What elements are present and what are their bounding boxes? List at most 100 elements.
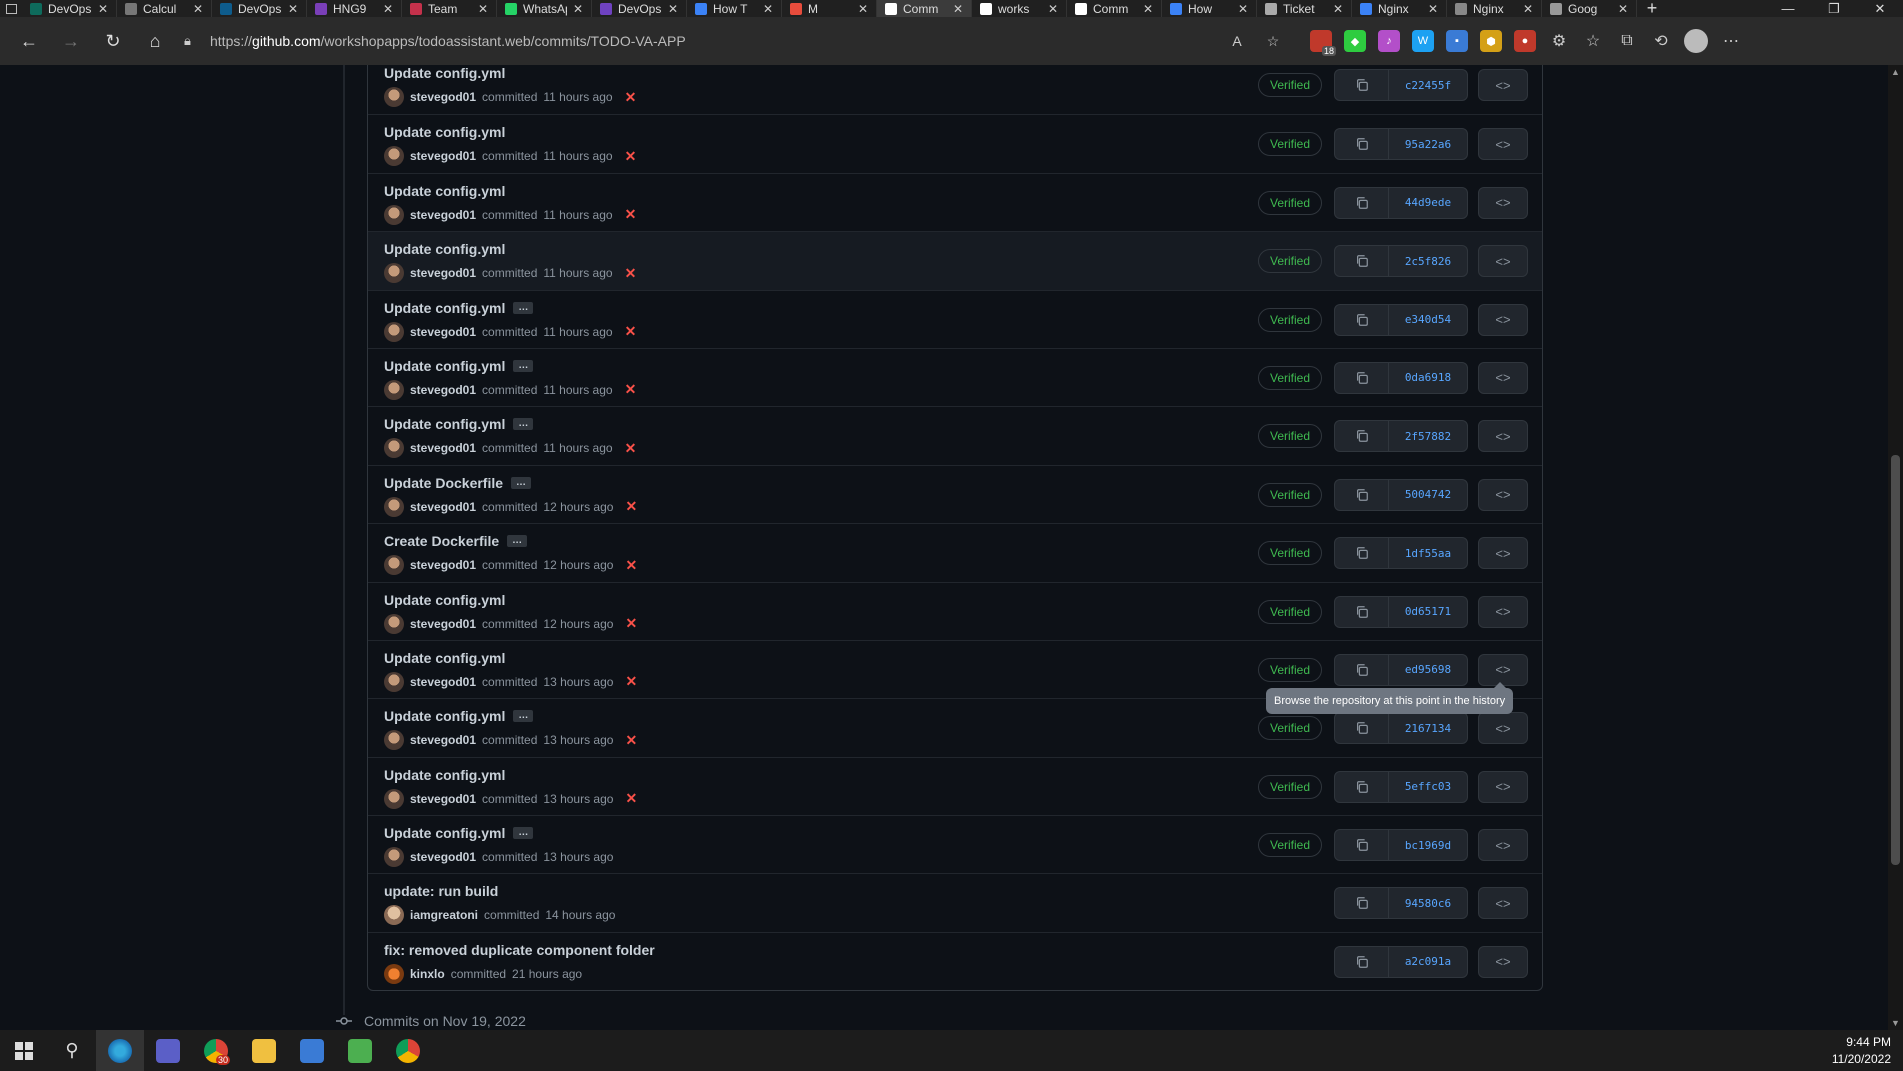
- commit-sha-link[interactable]: e340d54: [1389, 305, 1467, 335]
- scroll-thumb[interactable]: [1891, 455, 1900, 865]
- collections-icon[interactable]: ⧉: [1616, 30, 1638, 52]
- verified-badge[interactable]: Verified: [1258, 365, 1322, 390]
- expand-description-button[interactable]: …: [513, 418, 534, 431]
- browser-tab[interactable]: DevOps ✕: [22, 0, 117, 17]
- home-icon[interactable]: ⌂: [134, 25, 176, 57]
- avatar[interactable]: [384, 204, 404, 225]
- avatar[interactable]: [384, 438, 404, 459]
- tab-close-icon[interactable]: ✕: [763, 2, 773, 16]
- avatar[interactable]: [384, 496, 404, 517]
- avatar[interactable]: [384, 963, 404, 984]
- author-link[interactable]: stevegod01: [410, 149, 476, 163]
- failed-status-icon[interactable]: ✕: [625, 89, 637, 106]
- verified-badge[interactable]: Verified: [1258, 190, 1322, 215]
- search-icon[interactable]: ⚲: [48, 1030, 96, 1071]
- copy-sha-button[interactable]: [1335, 304, 1389, 335]
- browser-tab[interactable]: M ✕: [782, 0, 877, 17]
- failed-status-icon[interactable]: ✕: [625, 206, 637, 223]
- notepad-icon[interactable]: [336, 1030, 384, 1071]
- commit-title-link[interactable]: Update config.yml: [384, 416, 505, 432]
- failed-status-icon[interactable]: ✕: [625, 381, 637, 398]
- tab-close-icon[interactable]: ✕: [478, 2, 488, 16]
- failed-status-icon[interactable]: ✕: [625, 673, 637, 690]
- commit-title-link[interactable]: Update config.yml: [384, 300, 505, 316]
- tab-close-icon[interactable]: ✕: [1428, 2, 1438, 16]
- add-favorite-icon[interactable]: ☆: [1262, 30, 1284, 52]
- copy-sha-button[interactable]: [1335, 888, 1389, 919]
- author-link[interactable]: stevegod01: [410, 733, 476, 747]
- avatar[interactable]: [384, 671, 404, 692]
- browse-repo-button[interactable]: <>: [1478, 186, 1528, 219]
- extension-icon[interactable]: ▪: [1446, 30, 1468, 52]
- commit-title-link[interactable]: Update Dockerfile: [384, 475, 503, 491]
- author-link[interactable]: iamgreatoni: [410, 908, 478, 922]
- commit-sha-link[interactable]: a2c091a: [1389, 947, 1467, 977]
- browse-repo-button[interactable]: <>: [1478, 887, 1528, 920]
- tab-close-icon[interactable]: ✕: [1523, 2, 1533, 16]
- new-tab-button[interactable]: +: [1637, 0, 1667, 18]
- author-link[interactable]: stevegod01: [410, 675, 476, 689]
- copy-sha-button[interactable]: [1335, 70, 1389, 100]
- browser-tab[interactable]: Comm ✕: [1067, 0, 1162, 17]
- extension-icon[interactable]: 18: [1310, 30, 1336, 56]
- author-link[interactable]: stevegod01: [410, 325, 476, 339]
- tab-close-icon[interactable]: ✕: [953, 2, 963, 16]
- commit-title-link[interactable]: Update config.yml: [384, 650, 505, 666]
- tab-close-icon[interactable]: ✕: [1143, 2, 1153, 16]
- favorites-icon[interactable]: ☆: [1582, 30, 1604, 52]
- commit-sha-link[interactable]: 0da6918: [1389, 363, 1467, 393]
- commit-sha-link[interactable]: 44d9ede: [1389, 188, 1467, 218]
- author-link[interactable]: stevegod01: [410, 792, 476, 806]
- commit-title-link[interactable]: Update config.yml: [384, 767, 505, 783]
- commit-title-link[interactable]: fix: removed duplicate component folder: [384, 942, 655, 958]
- tab-close-icon[interactable]: ✕: [1618, 2, 1628, 16]
- read-aloud-icon[interactable]: A: [1226, 30, 1248, 52]
- tab-close-icon[interactable]: ✕: [1238, 2, 1248, 16]
- expand-description-button[interactable]: …: [513, 710, 534, 723]
- expand-description-button[interactable]: …: [511, 476, 532, 489]
- commit-sha-link[interactable]: 94580c6: [1389, 888, 1467, 918]
- failed-status-icon[interactable]: ✕: [625, 498, 637, 515]
- verified-badge[interactable]: Verified: [1258, 599, 1322, 624]
- avatar[interactable]: [384, 555, 404, 576]
- failed-status-icon[interactable]: ✕: [625, 265, 637, 282]
- scroll-up-icon[interactable]: ▲: [1888, 65, 1903, 79]
- commit-sha-link[interactable]: c22455f: [1389, 70, 1467, 100]
- chrome-app-icon[interactable]: 30: [192, 1030, 240, 1071]
- page-scrollbar[interactable]: ▲ ▼: [1888, 65, 1903, 1030]
- verified-badge[interactable]: Verified: [1258, 424, 1322, 449]
- verified-badge[interactable]: Verified: [1258, 833, 1322, 858]
- author-link[interactable]: stevegod01: [410, 90, 476, 104]
- photos-icon[interactable]: [288, 1030, 336, 1071]
- teams-icon[interactable]: [144, 1030, 192, 1071]
- browser-tab[interactable]: Team ✕: [402, 0, 497, 17]
- commit-title-link[interactable]: update: run build: [384, 883, 498, 899]
- shield-extension-icon[interactable]: ◆: [1344, 30, 1366, 52]
- browser-tab[interactable]: How T ✕: [687, 0, 782, 17]
- commit-title-link[interactable]: Update config.yml: [384, 124, 505, 140]
- copy-sha-button[interactable]: [1335, 830, 1389, 861]
- commit-title-link[interactable]: Update config.yml: [384, 183, 505, 199]
- url-field[interactable]: 🔒︎ https://github.com/workshopapps/todoa…: [184, 26, 1284, 56]
- history-icon[interactable]: ⟲: [1650, 30, 1672, 52]
- copy-sha-button[interactable]: [1335, 654, 1389, 685]
- failed-status-icon[interactable]: ✕: [625, 790, 637, 807]
- avatar[interactable]: [384, 905, 404, 926]
- tab-close-icon[interactable]: ✕: [193, 2, 203, 16]
- copy-sha-button[interactable]: [1335, 187, 1389, 218]
- copy-sha-button[interactable]: [1335, 771, 1389, 802]
- author-link[interactable]: stevegod01: [410, 383, 476, 397]
- commit-title-link[interactable]: Update config.yml: [384, 708, 505, 724]
- chrome-icon[interactable]: [384, 1030, 432, 1071]
- copy-sha-button[interactable]: [1335, 946, 1389, 977]
- verified-badge[interactable]: Verified: [1258, 249, 1322, 274]
- avatar[interactable]: [384, 87, 404, 107]
- browser-tab[interactable]: Goog ✕: [1542, 0, 1637, 17]
- tab-close-icon[interactable]: ✕: [288, 2, 298, 16]
- verified-badge[interactable]: Verified: [1258, 716, 1322, 741]
- avatar[interactable]: [384, 263, 404, 284]
- browse-repo-button[interactable]: <>: [1478, 478, 1528, 511]
- tab-close-icon[interactable]: ✕: [858, 2, 868, 16]
- browse-repo-button[interactable]: <>: [1478, 245, 1528, 278]
- browse-repo-button[interactable]: <>: [1478, 361, 1528, 394]
